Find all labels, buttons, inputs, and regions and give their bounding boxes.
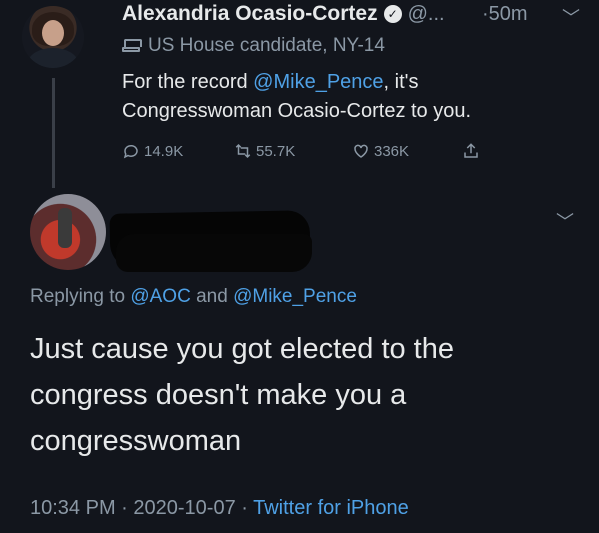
like-count: 336K (374, 142, 410, 160)
reply-button[interactable]: 14.9K (122, 142, 234, 160)
author-name[interactable]: Alexandria Ocasio-Cortez (122, 2, 378, 26)
reply-menu-chevron-icon[interactable]: ﹀ (556, 208, 574, 234)
reply-count: 14.9K (144, 142, 184, 160)
reply-metadata: 10:34 PM · 2020-10-07 · Twitter for iPho… (30, 497, 409, 520)
separator-1: · (115, 497, 134, 519)
author-handle[interactable]: @... (408, 3, 445, 26)
redacted-handle-block (116, 234, 312, 272)
verified-badge-icon: ✓ (383, 5, 402, 23)
tweet-time[interactable]: ·50m (482, 3, 528, 26)
like-button[interactable]: 336K (352, 142, 462, 160)
reply-date[interactable]: 2020-10-07 (133, 497, 235, 519)
tweet-header: Alexandria Ocasio-Cortez ✓ @... (122, 2, 445, 26)
mention-pence-link[interactable]: @Mike_Pence (233, 286, 357, 307)
tweet-menu-chevron-icon[interactable]: ﹀ (562, 4, 580, 30)
reply-icon (123, 144, 138, 159)
replying-to-label: Replying to (30, 286, 131, 307)
mention-link[interactable]: @Mike_Pence (253, 71, 383, 93)
reply-source-link[interactable]: Twitter for iPhone (253, 497, 409, 519)
share-icon (464, 143, 478, 158)
tweet-text-prefix: For the record (122, 71, 254, 93)
reply-text: Just cause you got elected to the congre… (30, 333, 454, 457)
reply-author-avatar[interactable] (30, 194, 106, 270)
reply-time[interactable]: 10:34 PM (30, 497, 116, 519)
retweet-count: 55.7K (256, 142, 296, 160)
account-label: US House candidate, NY-14 (122, 35, 385, 57)
and-label: and (190, 286, 234, 307)
heart-icon (354, 144, 368, 158)
government-building-icon (122, 38, 142, 54)
separator-2: · (235, 497, 254, 519)
account-role: US House candidate, NY-14 (148, 35, 385, 56)
author-avatar[interactable] (22, 6, 84, 68)
share-button[interactable] (462, 142, 480, 160)
replying-to-line: Replying to @AOC and @Mike_Pence (30, 286, 357, 308)
retweet-button[interactable]: 55.7K (234, 142, 352, 160)
tweet-text: For the record @Mike_Pence, it's Congres… (122, 68, 562, 126)
thread-line (52, 78, 55, 188)
tweet-actions: 14.9K 55.7K 336K (122, 142, 480, 160)
retweet-icon (235, 143, 251, 159)
mention-aoc-link[interactable]: @AOC (130, 286, 190, 307)
